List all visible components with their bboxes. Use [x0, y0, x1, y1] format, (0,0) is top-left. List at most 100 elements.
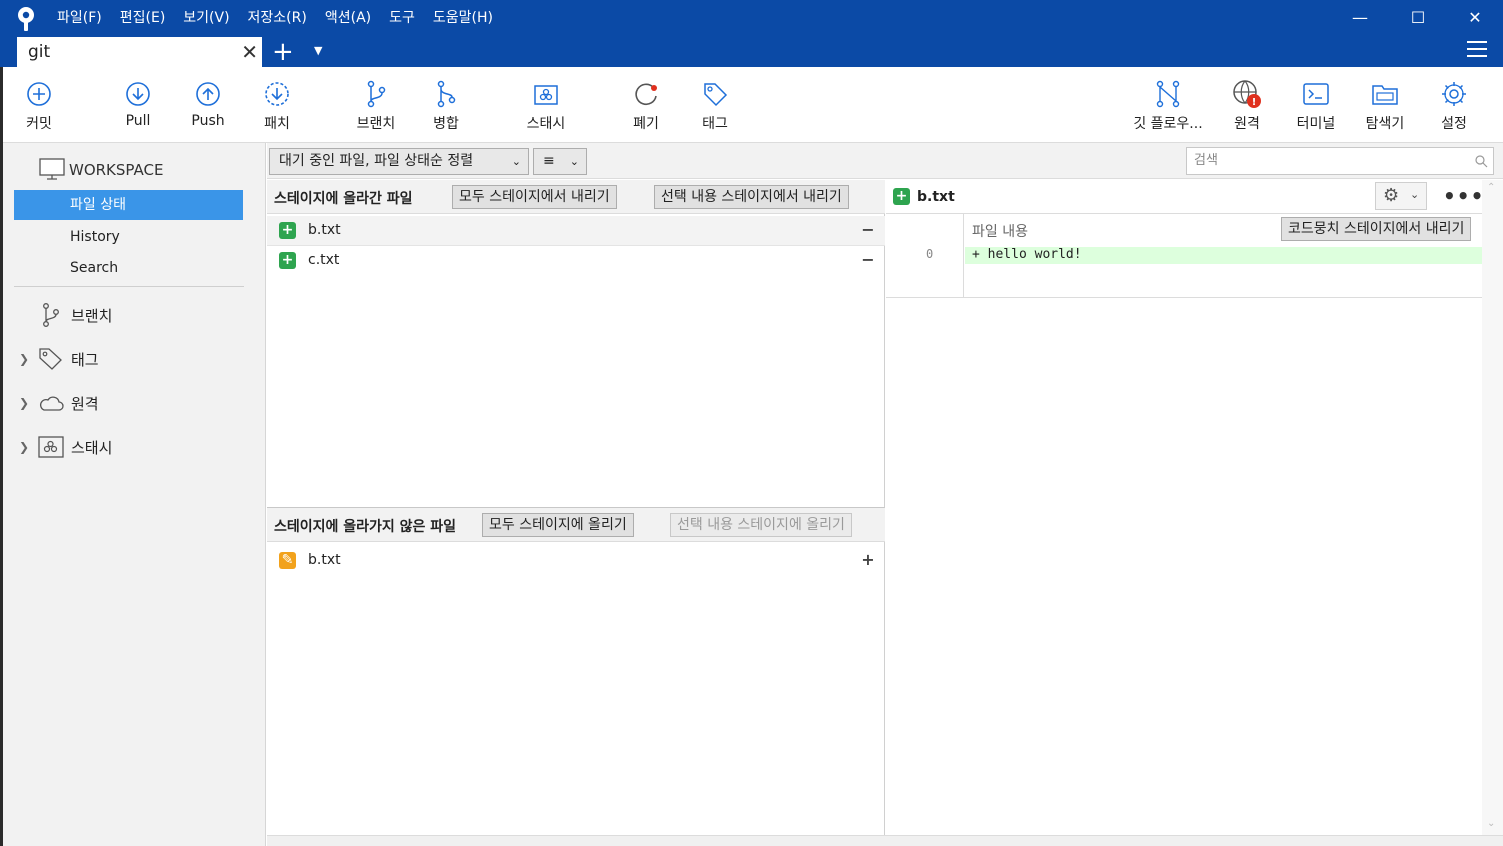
- search-input[interactable]: 검색: [1186, 147, 1494, 175]
- line-number-gutter: [886, 214, 964, 298]
- sidebar-group-stashes[interactable]: ❯ 스태시: [19, 435, 112, 459]
- remote-button[interactable]: ! 원격: [1207, 79, 1287, 133]
- chevron-right-icon[interactable]: ❯: [19, 440, 33, 454]
- stash-button[interactable]: 스태시: [506, 79, 586, 133]
- menu-help[interactable]: 도움말(H): [424, 8, 502, 28]
- branch-button[interactable]: 브랜치: [336, 79, 416, 133]
- staged-file-row[interactable]: + b.txt −: [267, 216, 885, 246]
- hamburger-menu-icon[interactable]: [1467, 41, 1487, 62]
- staged-title: 스테이지에 올라간 파일: [274, 191, 413, 207]
- unstaged-header: 스테이지에 올라가지 않은 파일 모두 스테이지에 올리기 선택 내용 스테이지…: [267, 508, 885, 542]
- menu-repository[interactable]: 저장소(R): [239, 8, 316, 28]
- chevron-right-icon[interactable]: ❯: [19, 396, 33, 410]
- menu-file[interactable]: 파일(F): [48, 8, 111, 28]
- sidebar-item-history[interactable]: History: [70, 229, 120, 245]
- gitflow-icon: [1156, 80, 1180, 108]
- menu-bar: 파일(F) 편집(E) 보기(V) 저장소(R) 액션(A) 도구 도움말(H): [48, 8, 502, 28]
- toolbar: 커밋 Pull Push 패치 브랜치 병합 스태시 폐기 태그 깃 플로우..…: [3, 67, 1503, 143]
- stage-file-icon[interactable]: +: [859, 550, 877, 570]
- push-button[interactable]: Push: [168, 79, 248, 129]
- chevron-down-icon: ⌄: [511, 155, 521, 168]
- stage-selected-button[interactable]: 선택 내용 스테이지에 올리기: [670, 513, 852, 537]
- pull-arrow-icon: [126, 82, 150, 106]
- branch-icon: [43, 303, 59, 327]
- stash-icon: [534, 85, 558, 105]
- diff-options-dropdown[interactable]: ⚙ ⌄: [1375, 182, 1427, 210]
- sidebar-item-search[interactable]: Search: [70, 260, 118, 276]
- sidebar-group-branches[interactable]: 브랜치: [19, 303, 112, 327]
- branch-icon: [367, 80, 386, 108]
- commit-button[interactable]: 커밋: [0, 79, 79, 133]
- gitflow-button[interactable]: 깃 플로우...: [1128, 79, 1208, 133]
- commit-plus-icon: [27, 82, 51, 106]
- merge-button[interactable]: 병합: [406, 79, 486, 133]
- discard-button[interactable]: 폐기: [606, 79, 686, 133]
- stage-all-button[interactable]: 모두 스테이지에 올리기: [482, 513, 634, 537]
- menu-view[interactable]: 보기(V): [174, 8, 238, 28]
- added-icon: +: [279, 252, 296, 269]
- diff-hunk: 파일 내용 코드뭉치 스테이지에서 내리기 0 + hello world!: [886, 214, 1482, 298]
- file-name: b.txt: [308, 222, 341, 238]
- scrollbar[interactable]: ⌃ ⌄: [1482, 180, 1503, 835]
- pull-button[interactable]: Pull: [98, 79, 178, 129]
- menu-edit[interactable]: 편집(E): [111, 8, 175, 28]
- tags-label: 태그: [71, 350, 99, 369]
- search-placeholder: 검색: [1194, 153, 1218, 168]
- tab-dropdown-icon[interactable]: ▼: [314, 44, 322, 57]
- unstaged-files-panel: 스테이지에 올라가지 않은 파일 모두 스테이지에 올리기 선택 내용 스테이지…: [267, 507, 885, 835]
- tag-button[interactable]: 태그: [675, 79, 755, 133]
- settings-button[interactable]: 설정: [1414, 79, 1494, 133]
- added-icon: +: [279, 222, 296, 239]
- chevron-right-icon[interactable]: ❯: [19, 352, 33, 366]
- stash-icon: [38, 436, 64, 458]
- sidebar-group-tags[interactable]: ❯ 태그: [19, 347, 99, 371]
- stash-label: 스태시: [526, 116, 566, 132]
- menu-actions[interactable]: 액션(A): [316, 8, 380, 28]
- pull-label: Pull: [125, 113, 151, 129]
- menu-tools[interactable]: 도구: [380, 8, 424, 28]
- view-mode-dropdown[interactable]: ≡ ⌄: [533, 148, 587, 175]
- unstage-selected-button[interactable]: 선택 내용 스테이지에서 내리기: [654, 185, 849, 209]
- tab-close-icon[interactable]: ✕: [241, 40, 258, 64]
- tag-icon: [39, 348, 62, 370]
- discard-icon: [635, 83, 657, 106]
- unstage-all-button[interactable]: 모두 스테이지에서 내리기: [452, 185, 617, 209]
- tab-repo[interactable]: git ✕: [17, 37, 262, 67]
- fetch-button[interactable]: 패치: [237, 79, 317, 133]
- minimize-button[interactable]: —: [1347, 6, 1373, 30]
- line-number: 0: [926, 247, 934, 261]
- chevron-down-icon: ⌄: [569, 155, 579, 168]
- commit-label: 커밋: [26, 116, 52, 132]
- sourcetree-logo-icon: [18, 7, 34, 31]
- sidebar: WORKSPACE 파일 상태 History Search 브랜치 ❯ 태그 …: [3, 143, 266, 846]
- unstage-file-icon[interactable]: −: [859, 250, 877, 270]
- stashes-label: 스태시: [71, 438, 113, 457]
- workspace-monitor-icon: [39, 158, 65, 180]
- modified-pencil-icon: ✎: [279, 552, 296, 569]
- explorer-button[interactable]: 탐색기: [1345, 79, 1425, 133]
- unstage-hunk-button[interactable]: 코드뭉치 스테이지에서 내리기: [1281, 217, 1472, 241]
- staged-files-panel: 스테이지에 올라간 파일 모두 스테이지에서 내리기 선택 내용 스테이지에서 …: [267, 180, 885, 507]
- fetch-arrow-icon: [265, 82, 289, 106]
- workspace-heading: WORKSPACE: [69, 161, 164, 179]
- tag-label: 태그: [702, 116, 728, 132]
- unstage-file-icon[interactable]: −: [859, 220, 877, 240]
- sidebar-divider: [14, 286, 244, 287]
- close-window-button[interactable]: ✕: [1462, 6, 1488, 30]
- merge-label: 병합: [433, 116, 459, 132]
- scroll-down-icon[interactable]: ⌄: [1487, 818, 1495, 829]
- more-options-icon[interactable]: •••: [1443, 184, 1484, 208]
- unstaged-file-row[interactable]: ✎ b.txt +: [267, 546, 885, 576]
- sidebar-group-remotes[interactable]: ❯ 원격: [19, 391, 99, 415]
- diff-panel: + b.txt ⚙ ⌄ ••• 파일 내용 코드뭉치 스테이지에서 내리기 0 …: [886, 180, 1484, 835]
- new-tab-button[interactable]: +: [272, 38, 294, 66]
- sidebar-item-file-status[interactable]: 파일 상태: [14, 190, 243, 220]
- scroll-up-icon[interactable]: ⌃: [1487, 182, 1495, 193]
- staged-file-row[interactable]: + c.txt −: [267, 246, 885, 276]
- sort-dropdown[interactable]: 대기 중인 파일, 파일 상태순 정렬 ⌄: [269, 148, 529, 175]
- file-name: b.txt: [308, 552, 341, 568]
- settings-gear-icon: [1442, 82, 1466, 106]
- discard-label: 폐기: [633, 116, 659, 132]
- terminal-button[interactable]: 터미널: [1276, 79, 1356, 133]
- maximize-button[interactable]: ☐: [1405, 6, 1431, 30]
